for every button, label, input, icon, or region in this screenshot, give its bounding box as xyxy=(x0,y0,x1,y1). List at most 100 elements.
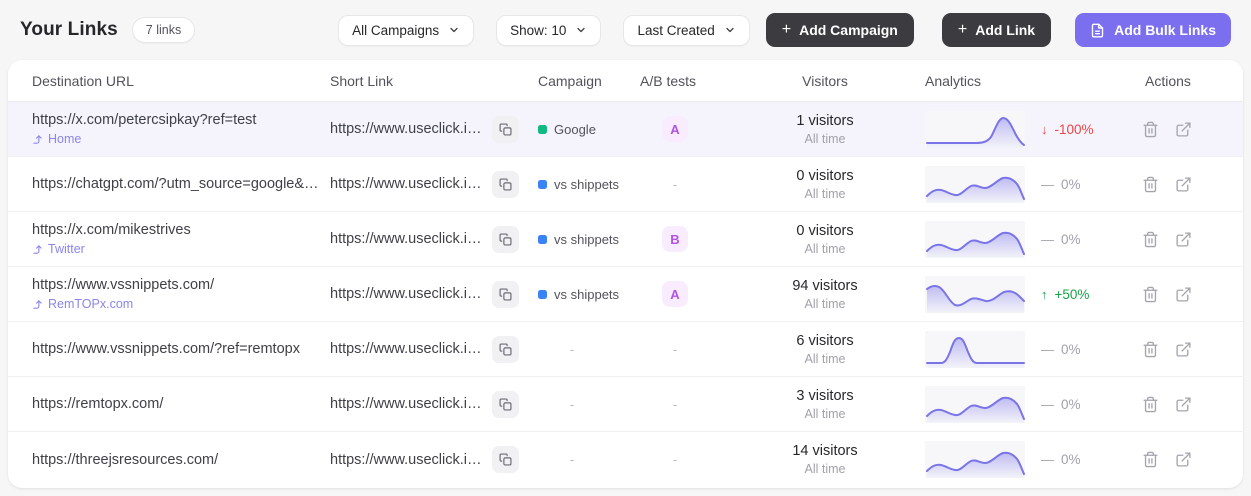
short-link-cell: https://www.useclick.i… xyxy=(330,446,538,473)
sparkline-chart xyxy=(925,385,1025,423)
destination-url: https://chatgpt.com/?utm_source=google&… xyxy=(32,176,319,192)
destination-sublabel[interactable]: Twitter xyxy=(32,242,330,256)
table-header-row: Destination URL Short Link Campaign A/B … xyxy=(8,60,1243,102)
copy-icon xyxy=(498,287,512,301)
add-campaign-button[interactable]: + Add Campaign xyxy=(765,13,914,47)
short-link-cell: https://www.useclick.i… xyxy=(330,225,538,253)
visitors-period: All time xyxy=(804,296,846,311)
open-link-button[interactable] xyxy=(1175,231,1192,248)
trend-indicator: — 0% xyxy=(1041,342,1081,357)
add-bulk-links-button[interactable]: Add Bulk Links xyxy=(1075,13,1231,47)
visitors-count: 94 visitors xyxy=(792,277,858,294)
delete-link-button[interactable] xyxy=(1142,176,1159,193)
table-row[interactable]: https://x.com/petercsipkay?ref=test Home… xyxy=(8,102,1243,157)
trend-value: 0% xyxy=(1061,231,1081,247)
destination-url: https://x.com/mikestrives xyxy=(32,222,191,238)
actions-cell xyxy=(1130,451,1219,468)
visitors-cell: 6 visitors All time xyxy=(740,333,910,366)
external-link-icon xyxy=(1175,341,1192,358)
destination-url: https://remtopx.com/ xyxy=(32,396,164,412)
short-link-url: https://www.useclick.i… xyxy=(330,341,482,357)
open-link-button[interactable] xyxy=(1175,451,1192,468)
short-link-cell: https://www.useclick.i… xyxy=(330,390,538,418)
copy-icon xyxy=(498,177,512,191)
destination-sublabel[interactable]: Home xyxy=(32,132,330,146)
delete-link-button[interactable] xyxy=(1142,231,1159,248)
ab-test-badge: A xyxy=(662,116,688,142)
actions-cell xyxy=(1130,286,1219,303)
delete-link-button[interactable] xyxy=(1142,286,1159,303)
ab-test-empty: - xyxy=(672,341,678,357)
delete-link-button[interactable] xyxy=(1142,396,1159,413)
delete-link-button[interactable] xyxy=(1142,451,1159,468)
copy-icon xyxy=(498,342,512,356)
copy-short-link-button[interactable] xyxy=(491,390,519,418)
table-row[interactable]: https://www.vssnippets.com/ RemTOPx.com … xyxy=(8,267,1243,322)
trend-indicator: — 0% xyxy=(1041,452,1081,467)
sparkline-chart xyxy=(925,110,1025,148)
delete-link-button[interactable] xyxy=(1142,121,1159,138)
sort-order-label: Last Created xyxy=(637,22,715,38)
chevron-down-icon xyxy=(575,24,587,36)
campaign-filter-label: All Campaigns xyxy=(352,22,440,38)
visitors-count: 14 visitors xyxy=(792,443,858,459)
destination-cell: https://remtopx.com/ xyxy=(32,396,330,412)
actions-cell xyxy=(1130,231,1219,248)
table-row[interactable]: https://chatgpt.com/?utm_source=google&…… xyxy=(8,157,1243,212)
copy-icon xyxy=(498,397,512,411)
external-link-icon xyxy=(1175,396,1192,413)
short-link-url: https://www.useclick.i… xyxy=(330,451,482,468)
copy-short-link-button[interactable] xyxy=(491,446,519,473)
copy-short-link-button[interactable] xyxy=(491,115,519,143)
open-link-button[interactable] xyxy=(1175,341,1192,358)
campaign-empty: - xyxy=(570,396,575,412)
open-link-button[interactable] xyxy=(1175,176,1192,193)
destination-sublabel[interactable]: RemTOPx.com xyxy=(32,297,330,311)
visitors-count: 0 visitors xyxy=(796,167,854,184)
table-row[interactable]: https://remtopx.com/ https://www.useclic… xyxy=(8,377,1243,432)
visitors-period: All time xyxy=(804,131,846,146)
destination-sublabel-text: RemTOPx.com xyxy=(48,297,134,311)
short-link-url: https://www.useclick.i… xyxy=(330,231,482,247)
open-link-button[interactable] xyxy=(1175,286,1192,303)
campaign-filter-dropdown[interactable]: All Campaigns xyxy=(338,14,475,46)
sort-order-dropdown[interactable]: Last Created xyxy=(623,14,750,46)
external-link-icon xyxy=(1175,231,1192,248)
destination-cell: https://threejsresources.com/ xyxy=(32,452,330,468)
table-row[interactable]: https://www.vssnippets.com/?ref=remtopx … xyxy=(8,322,1243,377)
copy-short-link-button[interactable] xyxy=(491,170,519,198)
show-count-label: Show: 10 xyxy=(510,22,567,38)
destination-sublabel-text: Home xyxy=(48,132,82,146)
actions-cell xyxy=(1130,176,1219,193)
trend-indicator: — 0% xyxy=(1041,232,1081,247)
trend-value: -100% xyxy=(1054,121,1094,137)
copy-short-link-button[interactable] xyxy=(491,225,519,253)
external-link-icon xyxy=(1175,176,1192,193)
destination-cell: https://www.vssnippets.com/ RemTOPx.com xyxy=(32,277,330,311)
visitors-period: All time xyxy=(804,462,846,476)
copy-short-link-button[interactable] xyxy=(491,280,519,308)
campaign-cell: - xyxy=(538,452,640,467)
external-link-icon xyxy=(1175,121,1192,138)
add-bulk-links-label: Add Bulk Links xyxy=(1114,22,1216,38)
trend-indicator: ↑ +50% xyxy=(1041,287,1089,302)
open-link-button[interactable] xyxy=(1175,396,1192,413)
analytics-cell: — 0% xyxy=(910,441,1130,478)
copy-short-link-button[interactable] xyxy=(491,335,519,363)
corner-right-up-icon xyxy=(32,134,43,145)
ab-test-cell: - xyxy=(640,342,740,357)
sparkline-chart xyxy=(925,441,1025,478)
add-link-button[interactable]: + Add Link xyxy=(941,13,1052,47)
destination-sublabel-text: Twitter xyxy=(48,242,85,256)
delete-link-button[interactable] xyxy=(1142,341,1159,358)
trend-indicator: ↓ -100% xyxy=(1041,122,1094,137)
open-link-button[interactable] xyxy=(1175,121,1192,138)
ab-test-empty: - xyxy=(672,176,678,192)
table-row[interactable]: https://threejsresources.com/ https://ww… xyxy=(8,432,1243,487)
table-row[interactable]: https://x.com/mikestrives Twitter https:… xyxy=(8,212,1243,267)
trend-value: +50% xyxy=(1054,286,1090,302)
col-header-short-link: Short Link xyxy=(330,72,394,89)
table-body: https://x.com/petercsipkay?ref=test Home… xyxy=(8,102,1243,487)
show-count-dropdown[interactable]: Show: 10 xyxy=(496,14,602,46)
trend-arrow-icon: — xyxy=(1041,452,1054,467)
